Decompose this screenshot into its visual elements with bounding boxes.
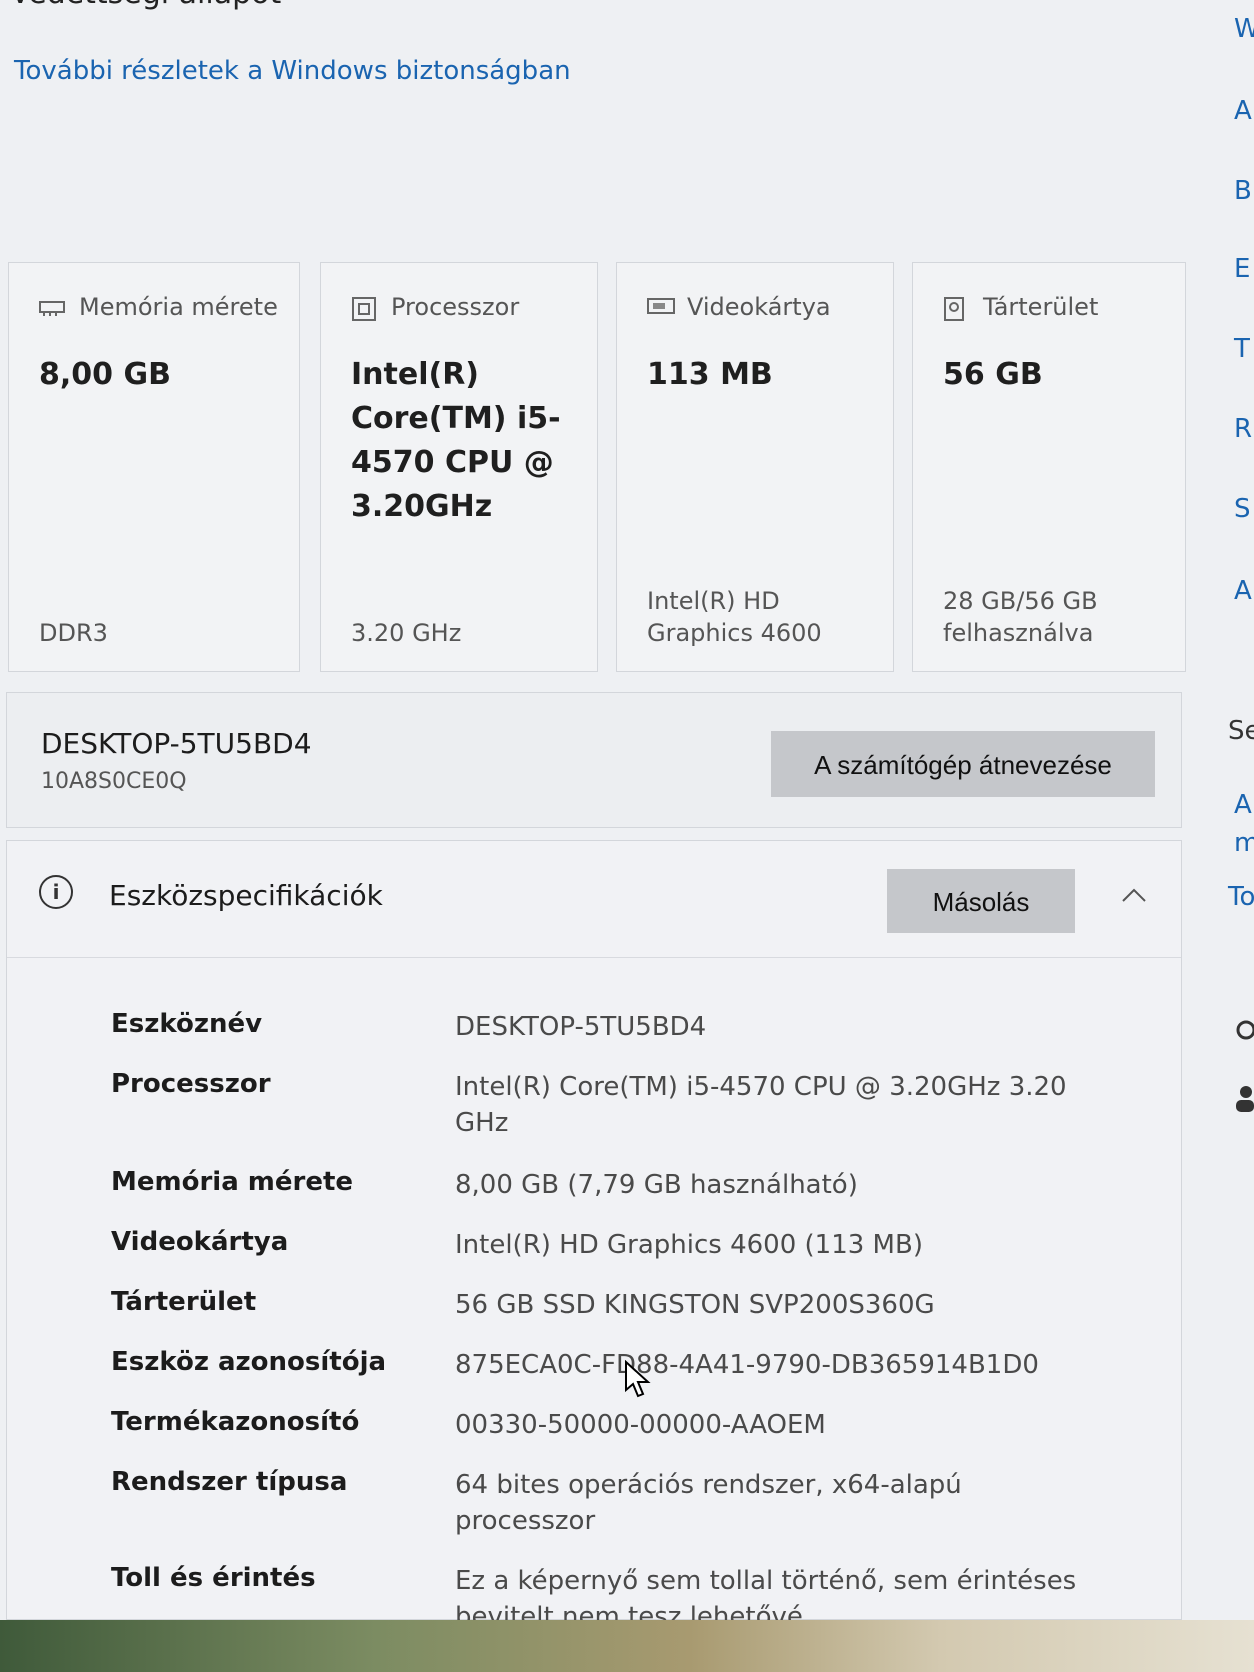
rail-link[interactable]: S <box>1234 494 1251 524</box>
spec-key: Tárterület <box>111 1287 257 1317</box>
rail-heading: Se <box>1228 716 1254 746</box>
spec-value: 56 GB SSD KINGSTON SVP200S360G <box>455 1290 935 1320</box>
related-settings-rail: W A B E T R S A Se A m To <box>1224 0 1254 1620</box>
spec-value: Intel(R) HD Graphics 4600 (113 MB) <box>455 1230 923 1260</box>
rail-link[interactable]: A <box>1234 96 1252 126</box>
help-icon[interactable] <box>1234 1020 1254 1053</box>
rail-link[interactable]: W <box>1234 14 1254 44</box>
spec-key: Toll és érintés <box>111 1563 316 1593</box>
gpu-card: Videokártya 113 MB Intel(R) HD Graphics … <box>616 262 894 672</box>
windows-security-link[interactable]: További részletek a Windows biztonságban <box>14 56 571 86</box>
rail-link[interactable]: R <box>1234 414 1252 444</box>
spec-value: Intel(R) Core(TM) i5-4570 CPU @ 3.20GHz … <box>455 1072 1067 1138</box>
card-value: 56 GB <box>943 357 1043 392</box>
card-detail: DDR3 <box>39 619 108 647</box>
spec-key: Memória mérete <box>111 1167 354 1197</box>
rail-link[interactable]: T <box>1234 334 1250 364</box>
storage-card: Tárterület 56 GB 28 GB/56 GB felhasználv… <box>912 262 1186 672</box>
card-label: Tárterület <box>983 293 1099 321</box>
spec-key: Processzor <box>111 1069 271 1099</box>
specifications-title: Eszközspecifikációk <box>109 879 383 912</box>
device-id: 10A8S0CE0Q <box>41 769 187 794</box>
rail-link[interactable]: To <box>1228 882 1254 912</box>
specifications-header[interactable]: i Eszközspecifikációk Másolás <box>7 841 1181 958</box>
rail-link[interactable]: m <box>1234 828 1254 858</box>
card-detail: 28 GB/56 GB felhasználva <box>943 587 1098 647</box>
card-value: 8,00 GB <box>39 357 171 392</box>
rail-link[interactable]: A <box>1234 790 1252 820</box>
desktop-wallpaper <box>0 1620 1254 1672</box>
memory-icon <box>39 296 65 318</box>
spec-value: 875ECA0C-FD88-4A41-9790-DB365914B1D0 <box>455 1350 1039 1380</box>
spec-key: Eszköz azonosítója <box>111 1347 387 1377</box>
spec-value: 64 bites operációs rendszer, x64-alapú p… <box>455 1470 962 1536</box>
card-label: Memória mérete <box>79 293 278 321</box>
processor-icon <box>351 296 377 321</box>
rail-link[interactable]: B <box>1234 176 1252 206</box>
spec-key: Termékazonosító <box>111 1407 360 1437</box>
spec-key: Rendszer típusa <box>111 1467 348 1497</box>
spec-key: Videokártya <box>111 1227 289 1257</box>
card-label: Processzor <box>391 293 520 321</box>
spec-value: DESKTOP-5TU5BD4 <box>455 1012 707 1042</box>
spec-value: 8,00 GB (7,79 GB használható) <box>455 1170 858 1200</box>
device-name: DESKTOP-5TU5BD4 <box>41 727 312 760</box>
mouse-cursor-icon <box>625 1360 651 1398</box>
card-detail: Intel(R) HD Graphics 4600 <box>647 587 822 647</box>
section-title: Védettségi állapot <box>10 0 281 11</box>
storage-icon <box>943 296 969 321</box>
card-label: Videokártya <box>687 293 831 321</box>
processor-card: Processzor Intel(R) Core(TM) i5-4570 CPU… <box>320 262 598 672</box>
card-value: Intel(R) Core(TM) i5-4570 CPU @ 3.20GHz <box>351 357 561 524</box>
card-detail: 3.20 GHz <box>351 619 462 647</box>
rename-pc-button[interactable]: A számítógép átnevezése <box>771 731 1155 797</box>
person-icon[interactable] <box>1234 1084 1254 1121</box>
device-name-panel: DESKTOP-5TU5BD4 10A8S0CE0Q A számítógép … <box>6 692 1182 828</box>
copy-button[interactable]: Másolás <box>887 869 1075 933</box>
memory-card: Memória mérete 8,00 GB DDR3 <box>8 262 300 672</box>
device-specifications-panel: i Eszközspecifikációk Másolás Eszköznév … <box>6 840 1182 1632</box>
chevron-up-icon[interactable] <box>1119 881 1149 911</box>
rail-link[interactable]: E <box>1234 254 1250 284</box>
spec-value: 00330-50000-00000-AAOEM <box>455 1410 826 1440</box>
spec-key: Eszköznév <box>111 1009 263 1039</box>
card-value: 113 MB <box>647 357 773 392</box>
rail-link[interactable]: A <box>1234 576 1252 606</box>
info-icon: i <box>39 875 73 909</box>
gpu-icon <box>647 296 675 318</box>
